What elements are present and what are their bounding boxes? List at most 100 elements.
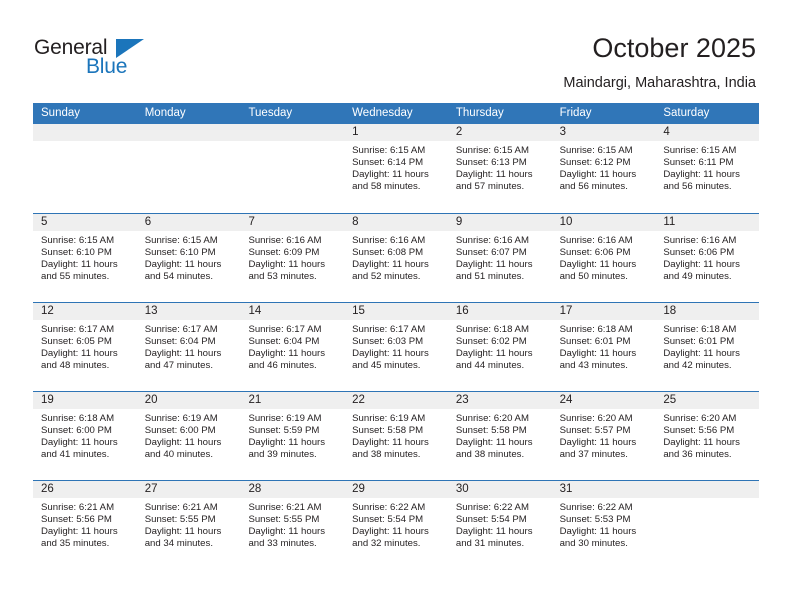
sunset-text: Sunset: 6:10 PM	[41, 247, 112, 259]
sunrise-text: Sunrise: 6:16 AM	[455, 235, 529, 246]
day-number: 31	[551, 481, 656, 498]
day-sun-info: Sunrise: 6:19 AM Sunset: 5:58 PM Daylight:…	[344, 409, 448, 461]
day-sun-info: Sunrise: 6:16 AM Sunset: 6:07 PM Daylight:…	[448, 231, 552, 283]
calendar-day-cell[interactable]: 22 Sunrise: 6:19 AM Sunset: 5:58 PM Dayligh…	[344, 392, 448, 480]
sunset-text: Sunset: 5:58 PM	[352, 425, 424, 437]
calendar-day-cell[interactable]: 23 Sunrise: 6:20 AM Sunset: 5:58 PM Dayligh…	[447, 392, 552, 480]
day-number: 8	[344, 214, 448, 231]
sunset-text: Sunset: 6:13 PM	[455, 157, 527, 169]
day-number: 7	[240, 214, 345, 231]
daylight-text-line2: and 51 minutes.	[455, 271, 525, 283]
sunset-text: Sunset: 6:00 PM	[144, 425, 216, 437]
calendar-day-cell[interactable]: 10 Sunrise: 6:16 AM Sunset: 6:06 PM Dayligh…	[551, 214, 656, 302]
day-sun-info: Sunrise: 6:22 AM Sunset: 5:54 PM Daylight:…	[448, 498, 552, 550]
sunset-text: Sunset: 6:01 PM	[663, 336, 735, 348]
calendar-day-cell[interactable]: 9 Sunrise: 6:16 AM Sunset: 6:07 PM Daylight…	[447, 214, 552, 302]
calendar-weeks: 1 Sunrise: 6:15 AM Sunset: 6:14 PM Daylight…	[33, 124, 760, 569]
calendar-week-row: 26 Sunrise: 6:21 AM Sunset: 5:56 PM Dayligh…	[33, 480, 760, 569]
sunrise-text: Sunrise: 6:16 AM	[663, 235, 737, 246]
daylight-text-line1: Daylight: 11 hours	[455, 169, 533, 181]
calendar-day-cell[interactable]: 12 Sunrise: 6:17 AM Sunset: 6:05 PM Dayligh…	[33, 303, 137, 391]
daylight-text-line2: and 57 minutes.	[455, 181, 525, 193]
weekday-header-saturday: Saturday	[663, 107, 710, 119]
calendar-day-cell[interactable]: 11 Sunrise: 6:16 AM Sunset: 6:06 PM Dayligh…	[655, 214, 760, 302]
daylight-text-line2: and 52 minutes.	[352, 271, 421, 283]
daylight-text-line2: and 32 minutes.	[352, 538, 421, 550]
sunset-text: Sunset: 6:04 PM	[248, 336, 320, 348]
sunrise-text: Sunrise: 6:21 AM	[248, 502, 322, 513]
sunrise-text: Sunrise: 6:22 AM	[455, 502, 529, 513]
calendar-day-cell[interactable]: 26 Sunrise: 6:21 AM Sunset: 5:56 PM Dayligh…	[33, 481, 137, 569]
calendar-day-cell[interactable]: 4 Sunrise: 6:15 AM Sunset: 6:11 PM Daylight…	[655, 124, 760, 213]
daylight-text-line2: and 38 minutes.	[455, 449, 525, 461]
sunrise-text: Sunrise: 6:22 AM	[559, 502, 633, 513]
calendar-day-cell[interactable]: 16 Sunrise: 6:18 AM Sunset: 6:02 PM Dayligh…	[447, 303, 552, 391]
day-number: 14	[240, 303, 345, 320]
daylight-text-line1: Daylight: 11 hours	[144, 259, 222, 271]
daylight-text-line2: and 31 minutes.	[455, 538, 525, 550]
sunrise-text: Sunrise: 6:15 AM	[559, 145, 633, 156]
daylight-text-line2: and 40 minutes.	[144, 449, 213, 461]
general-blue-logo[interactable]: General Blue	[34, 36, 164, 84]
day-sun-info: Sunrise: 6:15 AM Sunset: 6:11 PM Daylight:…	[655, 141, 759, 193]
sunrise-text: Sunrise: 6:20 AM	[455, 413, 529, 424]
calendar-day-cell[interactable]: 17 Sunrise: 6:18 AM Sunset: 6:01 PM Dayligh…	[551, 303, 656, 391]
calendar-day-cell[interactable]: 1 Sunrise: 6:15 AM Sunset: 6:14 PM Daylight…	[344, 124, 448, 213]
calendar-day-cell[interactable]: 19 Sunrise: 6:18 AM Sunset: 6:00 PM Dayligh…	[33, 392, 137, 480]
sunset-text: Sunset: 6:09 PM	[248, 247, 320, 259]
day-number: 24	[551, 392, 656, 409]
daylight-text-line1: Daylight: 11 hours	[248, 437, 326, 449]
calendar-day-cell[interactable]: 3 Sunrise: 6:15 AM Sunset: 6:12 PM Daylight…	[551, 124, 656, 213]
daylight-text-line1: Daylight: 11 hours	[455, 259, 533, 271]
calendar-day-cell[interactable]: 5 Sunrise: 6:15 AM Sunset: 6:10 PM Daylight…	[33, 214, 137, 302]
day-number: 4	[655, 124, 760, 141]
daylight-text-line1: Daylight: 11 hours	[248, 526, 326, 538]
day-number: 26	[33, 481, 137, 498]
sunset-text: Sunset: 5:54 PM	[455, 514, 527, 526]
day-number: 30	[447, 481, 552, 498]
calendar-day-cell[interactable]: 20 Sunrise: 6:19 AM Sunset: 6:00 PM Dayligh…	[136, 392, 241, 480]
page-subtitle: Maindargi, Maharashtra, India	[563, 75, 756, 91]
calendar-day-cell[interactable]: 13 Sunrise: 6:17 AM Sunset: 6:04 PM Dayligh…	[136, 303, 241, 391]
calendar-day-cell[interactable]: 30 Sunrise: 6:22 AM Sunset: 5:54 PM Dayligh…	[447, 481, 552, 569]
calendar-day-cell[interactable]: 25 Sunrise: 6:20 AM Sunset: 5:56 PM Dayligh…	[655, 392, 760, 480]
sunrise-text: Sunrise: 6:22 AM	[352, 502, 426, 513]
daylight-text-line1: Daylight: 11 hours	[352, 437, 429, 449]
sunset-text: Sunset: 6:00 PM	[41, 425, 112, 437]
calendar-day-cell[interactable]: 8 Sunrise: 6:16 AM Sunset: 6:08 PM Daylight…	[344, 214, 448, 302]
calendar-day-cell[interactable]: 7 Sunrise: 6:16 AM Sunset: 6:09 PM Daylight…	[240, 214, 345, 302]
sunset-text: Sunset: 5:54 PM	[352, 514, 424, 526]
calendar-day-cell[interactable]: 21 Sunrise: 6:19 AM Sunset: 5:59 PM Dayligh…	[240, 392, 345, 480]
calendar-day-cell[interactable]: 2 Sunrise: 6:15 AM Sunset: 6:13 PM Daylight…	[447, 124, 552, 213]
calendar-day-cell[interactable]: 24 Sunrise: 6:20 AM Sunset: 5:57 PM Dayligh…	[551, 392, 656, 480]
calendar-day-cell[interactable]: 28 Sunrise: 6:21 AM Sunset: 5:55 PM Dayligh…	[240, 481, 345, 569]
sunrise-text: Sunrise: 6:21 AM	[144, 502, 218, 513]
calendar-day-cell[interactable]: 6 Sunrise: 6:15 AM Sunset: 6:10 PM Daylight…	[136, 214, 241, 302]
day-number: 27	[136, 481, 241, 498]
calendar-day-cell[interactable]: 14 Sunrise: 6:17 AM Sunset: 6:04 PM Dayligh…	[240, 303, 345, 391]
day-number: 23	[447, 392, 552, 409]
page-header: General Blue October 2025 Maindargi, Mah…	[0, 0, 792, 100]
sunset-text: Sunset: 6:06 PM	[559, 247, 631, 259]
calendar-day-cell-empty	[240, 124, 345, 213]
daylight-text-line2: and 34 minutes.	[144, 538, 213, 550]
weekday-header-thursday: Thursday	[455, 107, 504, 119]
day-sun-info: Sunrise: 6:22 AM Sunset: 5:53 PM Daylight:…	[552, 498, 656, 550]
sunset-text: Sunset: 6:07 PM	[455, 247, 527, 259]
day-number: 15	[344, 303, 448, 320]
sunrise-text: Sunrise: 6:18 AM	[41, 413, 115, 424]
calendar-day-cell[interactable]: 15 Sunrise: 6:17 AM Sunset: 6:03 PM Dayligh…	[344, 303, 448, 391]
day-number: 9	[447, 214, 552, 231]
calendar-day-cell[interactable]: 18 Sunrise: 6:18 AM Sunset: 6:01 PM Dayligh…	[655, 303, 760, 391]
sunrise-text: Sunrise: 6:17 AM	[248, 324, 322, 335]
calendar-day-cell[interactable]: 29 Sunrise: 6:22 AM Sunset: 5:54 PM Dayligh…	[344, 481, 448, 569]
day-sun-info: Sunrise: 6:17 AM Sunset: 6:05 PM Daylight:…	[33, 320, 137, 372]
calendar-day-cell[interactable]: 27 Sunrise: 6:21 AM Sunset: 5:55 PM Dayligh…	[136, 481, 241, 569]
daylight-text-line2: and 56 minutes.	[663, 181, 732, 193]
daylight-text-line1: Daylight: 11 hours	[559, 259, 637, 271]
daylight-text-line1: Daylight: 11 hours	[41, 259, 118, 271]
day-number: 1	[344, 124, 448, 141]
calendar-day-cell[interactable]: 31 Sunrise: 6:22 AM Sunset: 5:53 PM Dayligh…	[551, 481, 656, 569]
sunrise-text: Sunrise: 6:15 AM	[352, 145, 426, 156]
sunrise-text: Sunrise: 6:20 AM	[559, 413, 633, 424]
